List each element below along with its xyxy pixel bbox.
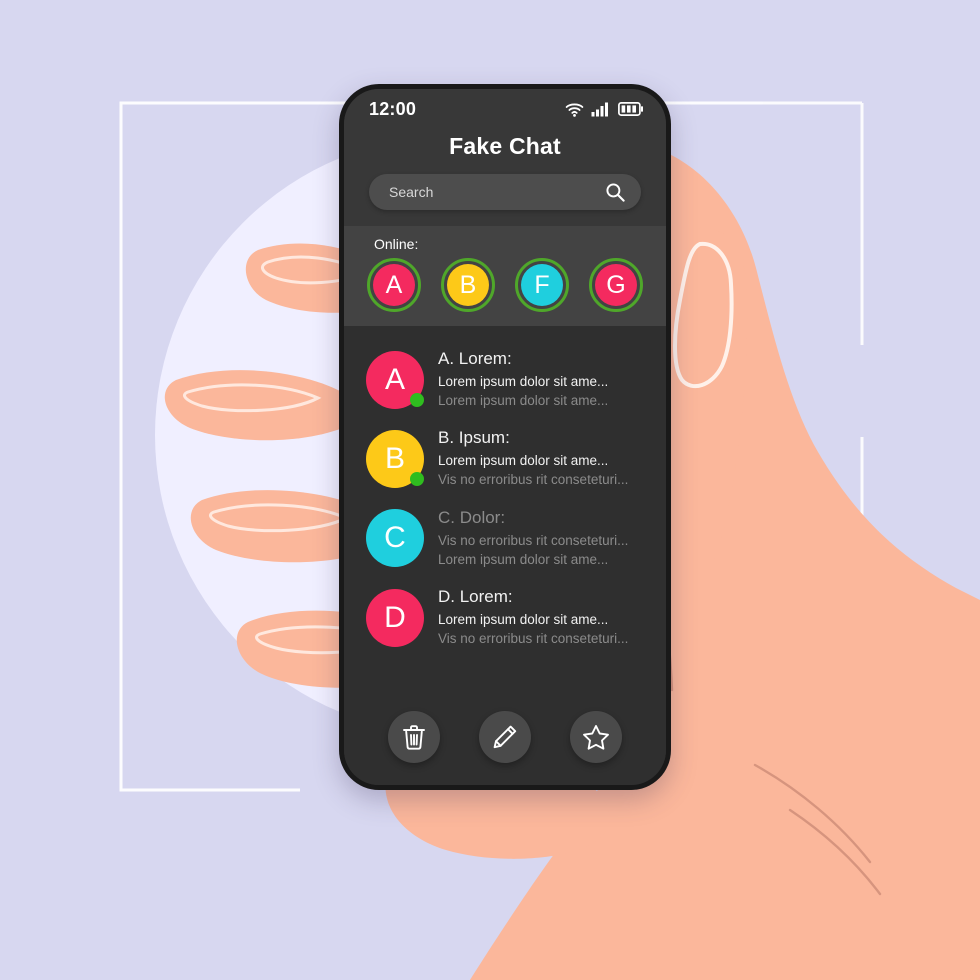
chat-preview-line-2: Lorem ipsum dolor sit ame...: [438, 393, 609, 409]
chat-text-block: C. Dolor: Vis no erroribus rit consetetu…: [438, 508, 646, 569]
delete-button[interactable]: [387, 711, 440, 763]
online-section: Online: A B F G: [344, 226, 666, 326]
search-icon[interactable]: [605, 182, 625, 202]
chat-name: C. Dolor:: [438, 507, 506, 527]
chat-preview-line-1: Lorem ipsum dolor sit ame...: [438, 611, 609, 627]
chat-preview-line-1: Lorem ipsum dolor sit ame...: [438, 453, 609, 469]
avatar: A: [366, 350, 424, 409]
page-title: Fake Chat: [449, 133, 561, 159]
pencil-icon: [493, 725, 517, 749]
online-avatar-list: A B F G: [344, 258, 666, 312]
chat-preview-line-2: Vis no erroribus rit conseteturi...: [438, 631, 629, 647]
battery-icon: [618, 102, 643, 116]
chat-text-block: A. Lorem: Lorem ipsum dolor sit ame... L…: [438, 349, 646, 410]
status-bar: 12:00: [344, 89, 666, 129]
bottom-toolbar: [344, 701, 666, 785]
favorite-button[interactable]: [570, 711, 623, 763]
online-status-dot: [410, 392, 424, 407]
chat-avatar-d: D: [366, 588, 424, 647]
compose-button[interactable]: [478, 711, 531, 763]
chat-avatar-letter: B: [384, 441, 405, 475]
chat-preview-line-2: Vis no erroribus rit conseteturi...: [438, 472, 629, 488]
online-status-dot: [410, 471, 424, 486]
phone-screen: 12:00 Fake Chat Search Online: A B F G A…: [344, 89, 666, 785]
online-avatar-b[interactable]: B: [441, 258, 495, 312]
online-label: Online:: [374, 236, 419, 252]
online-avatar-letter: G: [606, 270, 626, 299]
chat-text-block: B. Ipsum: Lorem ipsum dolor sit ame... V…: [438, 428, 646, 489]
search-placeholder: Search: [389, 184, 434, 200]
online-avatar-letter: A: [385, 270, 403, 299]
chat-row[interactable]: A A. Lorem: Lorem ipsum dolor sit ame...…: [344, 340, 666, 419]
avatar: C: [366, 509, 424, 568]
chat-name: A. Lorem:: [438, 349, 512, 368]
chat-preview-line-2: Lorem ipsum dolor sit ame...: [438, 551, 609, 567]
online-avatar-f[interactable]: F: [515, 258, 569, 312]
chat-avatar-letter: D: [384, 600, 406, 634]
illustration-scene: 12:00 Fake Chat Search Online: A B F G A…: [0, 0, 980, 980]
chat-avatar-c: C: [366, 509, 424, 568]
chat-name: D. Lorem:: [438, 586, 513, 606]
chat-name: B. Ipsum:: [438, 428, 510, 448]
chat-row[interactable]: B B. Ipsum: Lorem ipsum dolor sit ame...…: [344, 419, 666, 498]
chat-row[interactable]: D D. Lorem: Lorem ipsum dolor sit ame...…: [344, 578, 666, 657]
online-avatar-a[interactable]: A: [367, 258, 421, 312]
trash-icon: [402, 725, 425, 750]
search-input[interactable]: Search: [369, 174, 641, 210]
star-icon: [583, 724, 610, 750]
chat-preview-line-1: Vis no erroribus rit conseteturi...: [438, 532, 629, 548]
app-header: Fake Chat Search: [344, 129, 666, 226]
online-avatar-letter: F: [534, 270, 550, 299]
chat-text-block: D. Lorem: Lorem ipsum dolor sit ame... V…: [438, 587, 646, 648]
online-avatar-letter: B: [459, 270, 477, 299]
avatar: D: [366, 588, 424, 647]
chat-avatar-letter: C: [384, 521, 406, 555]
online-avatar-g[interactable]: G: [589, 258, 643, 312]
phone-device: 12:00 Fake Chat Search Online: A B F G A…: [339, 84, 671, 790]
chat-list: A A. Lorem: Lorem ipsum dolor sit ame...…: [344, 326, 666, 701]
signal-icon: [591, 102, 608, 116]
avatar: B: [366, 429, 424, 488]
chat-row[interactable]: C C. Dolor: Vis no erroribus rit consete…: [344, 499, 666, 578]
chat-preview-line-1: Lorem ipsum dolor sit ame...: [438, 374, 609, 389]
status-icon-group: [565, 102, 644, 117]
chat-avatar-letter: A: [384, 362, 405, 396]
status-time: 12:00: [369, 98, 417, 119]
wifi-icon: [565, 103, 584, 117]
